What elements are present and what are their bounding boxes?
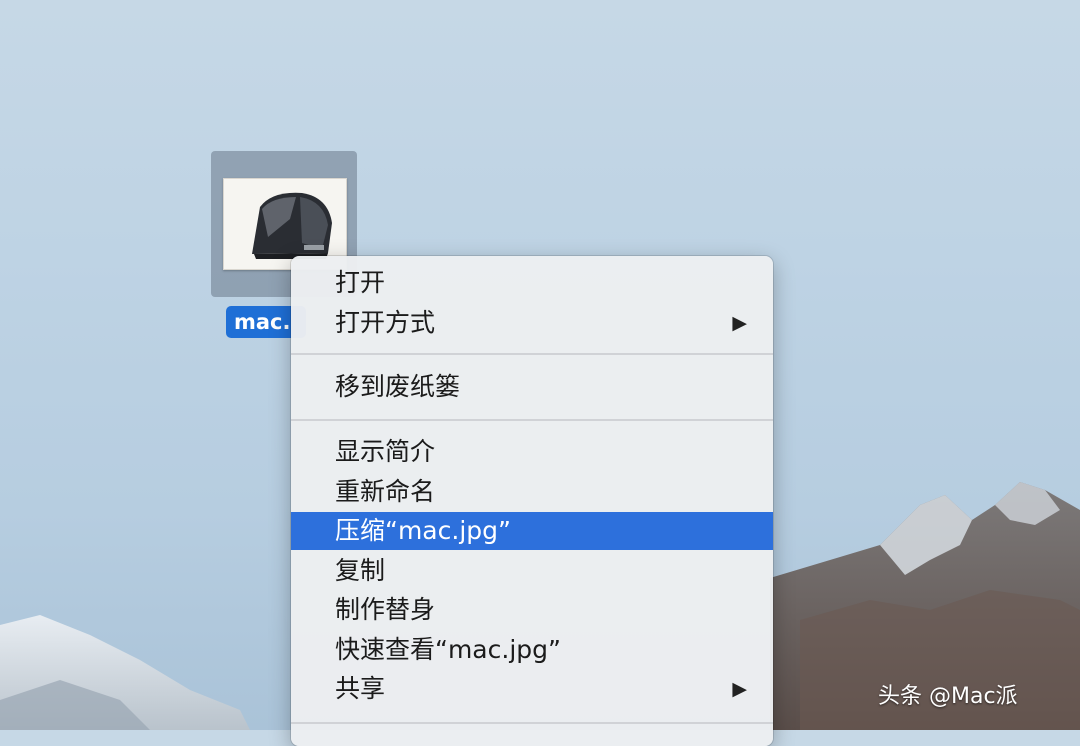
menu-item-open-with[interactable]: 打开方式 ▶	[291, 303, 773, 343]
context-menu: 打开 打开方式 ▶ 移到废纸篓 显示简介 重新命名 压缩“mac.jpg” 复制 …	[291, 256, 773, 746]
menu-item-move-to-trash[interactable]: 移到废纸篓	[291, 367, 773, 407]
menu-item-label: 重新命名	[335, 477, 436, 506]
menu-separator	[291, 722, 773, 724]
menu-item-label: 打开	[335, 268, 386, 297]
menu-item-label: 移到废纸篓	[335, 372, 461, 401]
menu-item-duplicate[interactable]: 复制	[291, 551, 773, 591]
menu-item-label: 复制	[335, 556, 386, 585]
menu-item-label: 打开方式	[335, 308, 436, 337]
menu-separator	[291, 353, 773, 355]
menu-item-label: 快速查看“mac.jpg”	[335, 635, 561, 664]
watermark-text: 头条 @Mac派	[878, 684, 1018, 709]
menu-item-rename[interactable]: 重新命名	[291, 472, 773, 512]
menu-item-label: 压缩“mac.jpg”	[335, 516, 511, 545]
submenu-arrow-icon: ▶	[732, 312, 747, 334]
menu-separator	[291, 419, 773, 421]
menu-item-get-info[interactable]: 显示简介	[291, 432, 773, 472]
menu-item-label: 显示简介	[335, 437, 436, 466]
menu-item-open[interactable]: 打开	[291, 263, 773, 303]
menu-item-compress[interactable]: 压缩“mac.jpg”	[291, 512, 773, 550]
menu-item-make-alias[interactable]: 制作替身	[291, 590, 773, 630]
menu-item-quick-look[interactable]: 快速查看“mac.jpg”	[291, 630, 773, 670]
menu-item-label: 制作替身	[335, 595, 436, 624]
submenu-arrow-icon: ▶	[732, 678, 747, 700]
menu-item-share[interactable]: 共享 ▶	[291, 669, 773, 709]
menu-item-label: 共享	[335, 674, 386, 703]
